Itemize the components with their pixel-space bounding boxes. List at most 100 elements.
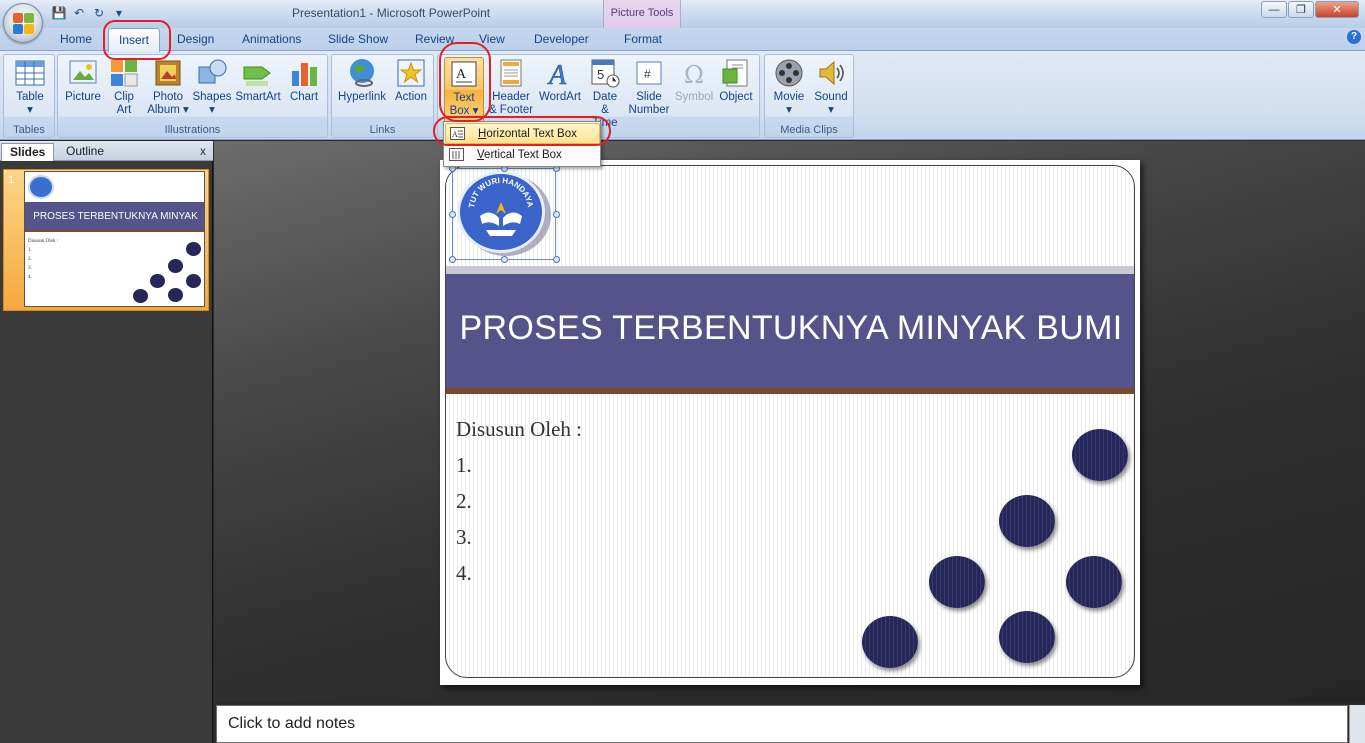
film-reel-icon [773, 57, 805, 89]
notes-scrollbar[interactable] [1349, 705, 1365, 743]
close-button[interactable]: ✕ [1315, 1, 1359, 18]
text-box-button[interactable]: A Text Box ▾ [444, 57, 484, 123]
group-tables: Table ▾ Tables [3, 54, 55, 138]
window-title: Presentation1 - Microsoft PowerPoint [292, 6, 491, 20]
picture-icon [67, 57, 99, 89]
omega-icon: Ω [678, 57, 710, 89]
resize-handle[interactable] [553, 211, 560, 218]
tab-slides[interactable]: Slides [1, 143, 55, 161]
horizontal-text-box-icon: A [450, 127, 465, 140]
notes-pane[interactable]: Click to add notes [216, 705, 1348, 743]
window-controls: — ❐ ✕ [1261, 1, 1359, 18]
slides-pane-tabs: Slides Outline x [0, 141, 213, 161]
resize-handle[interactable] [449, 211, 456, 218]
wordart-button[interactable]: A WordArt [536, 57, 584, 104]
svg-text:5: 5 [597, 67, 604, 82]
decorative-dot [862, 616, 918, 668]
shapes-button[interactable]: Shapes ▾ [192, 57, 232, 117]
table-button[interactable]: Table ▾ [12, 57, 48, 117]
header-footer-button[interactable]: Header & Footer [488, 57, 534, 117]
photo-album-icon [152, 57, 184, 89]
redo-icon[interactable]: ↻ [90, 4, 108, 22]
office-button[interactable] [3, 3, 43, 43]
thumb-logo-icon [28, 175, 54, 199]
sound-button[interactable]: Sound ▾ [811, 57, 851, 117]
title-bar: 💾 ↶ ↻ ▾ Presentation1 - Microsoft PowerP… [0, 0, 1365, 28]
symbol-button[interactable]: Ω Symbol [674, 57, 714, 104]
slide-number-button[interactable]: # Slide Number [626, 57, 672, 117]
tab-slide-show[interactable]: Slide Show [328, 32, 388, 46]
slides-pane: Slides Outline x 1 PROSES TERBENTUKNYA M… [0, 141, 213, 743]
resize-handle[interactable] [449, 256, 456, 263]
thumb-dot [150, 274, 165, 288]
selected-logo-picture[interactable]: TUT WURI HANDAYANI [449, 165, 560, 263]
thumb-body: Disusun Oleh : [28, 239, 58, 244]
header-footer-icon [495, 57, 527, 89]
thumb-dot [133, 289, 148, 303]
slide-number-icon: # [633, 57, 665, 89]
thumb-dot [186, 274, 201, 288]
chart-button[interactable]: Chart [286, 57, 322, 104]
tab-developer[interactable]: Developer [534, 32, 589, 46]
slide-canvas[interactable]: PROSES TERBENTUKNYA MINYAK BUMI Disusun … [440, 160, 1140, 685]
save-icon[interactable]: 💾 [50, 4, 68, 22]
clip-art-icon [108, 57, 140, 89]
action-star-icon [395, 57, 427, 89]
wordart-icon: A [544, 57, 576, 92]
picture-button[interactable]: Picture [63, 57, 103, 104]
action-button[interactable]: Action [392, 57, 430, 104]
restore-button[interactable]: ❐ [1288, 1, 1314, 18]
tab-format[interactable]: Format [624, 32, 662, 46]
shapes-icon [196, 57, 228, 89]
smartart-icon [242, 57, 274, 89]
group-media-clips: Movie ▾ Sound ▾ Media Clips [764, 54, 854, 138]
ribbon: Table ▾ Tables Picture Clip Art Photo Al… [0, 50, 1365, 140]
group-label-links: Links [369, 124, 396, 136]
menu-item-horizontal-text-box[interactable]: A Horizontal Text Box [445, 123, 600, 144]
tab-outline[interactable]: Outline [58, 143, 112, 161]
decorative-dot [999, 495, 1055, 547]
slide-thumbnail[interactable]: PROSES TERBENTUKNYA MINYAK BUMI Disusun … [24, 171, 205, 307]
slide-body-text[interactable]: Disusun Oleh : 1. 2. 3. 4. [456, 411, 582, 591]
svg-text:#: # [644, 67, 651, 81]
movie-button[interactable]: Movie ▾ [769, 57, 809, 117]
tab-insert[interactable]: Insert [108, 28, 161, 52]
slide-title[interactable]: PROSES TERBENTUKNYA MINYAK BUMI [446, 309, 1134, 348]
resize-handle[interactable] [553, 256, 560, 263]
resize-handle[interactable] [501, 256, 508, 263]
svg-text:A: A [452, 130, 458, 139]
decorative-dot [1066, 556, 1122, 608]
group-links: Hyperlink Action Links [331, 54, 434, 138]
svg-text:A: A [547, 60, 567, 89]
tab-home[interactable]: Home [60, 32, 92, 46]
object-button[interactable]: Object [716, 57, 756, 104]
close-pane-icon[interactable]: x [200, 144, 206, 158]
smartart-button[interactable]: SmartArt [235, 57, 281, 104]
vertical-text-box-icon [449, 148, 464, 161]
picture-tools-label: Picture Tools [610, 7, 674, 19]
menu-item-vertical-text-box[interactable]: Vertical Text Box [445, 145, 600, 166]
calendar-clock-icon: 5 [589, 57, 621, 89]
notes-placeholder: Click to add notes [228, 715, 356, 732]
clip-art-button[interactable]: Clip Art [108, 57, 140, 117]
svg-text:TUT WURI HANDAYANI: TUT WURI HANDAYANI [460, 174, 535, 208]
decorative-dot [929, 556, 985, 608]
text-box-icon: A [448, 58, 480, 90]
group-label-tables: Tables [13, 124, 45, 136]
speaker-icon [815, 57, 847, 89]
date-time-button[interactable]: 5 Date & Time [588, 57, 622, 130]
qat-customize-icon[interactable]: ▾ [110, 4, 128, 22]
photo-album-button[interactable]: Photo Album ▾ [146, 57, 190, 117]
globe-link-icon [346, 57, 378, 89]
tab-animations[interactable]: Animations [242, 32, 301, 46]
hyperlink-button[interactable]: Hyperlink [336, 57, 388, 104]
table-icon [14, 57, 46, 89]
tab-view[interactable]: View [479, 32, 505, 46]
tab-design[interactable]: Design [177, 32, 214, 46]
minimize-button[interactable]: — [1261, 1, 1287, 18]
group-label-illustrations: Illustrations [164, 124, 221, 136]
ribbon-tab-row: Home Insert Design Animations Slide Show… [0, 28, 1365, 52]
undo-icon[interactable]: ↶ [70, 4, 88, 22]
help-icon[interactable]: ? [1347, 30, 1361, 44]
tab-review[interactable]: Review [415, 32, 454, 46]
